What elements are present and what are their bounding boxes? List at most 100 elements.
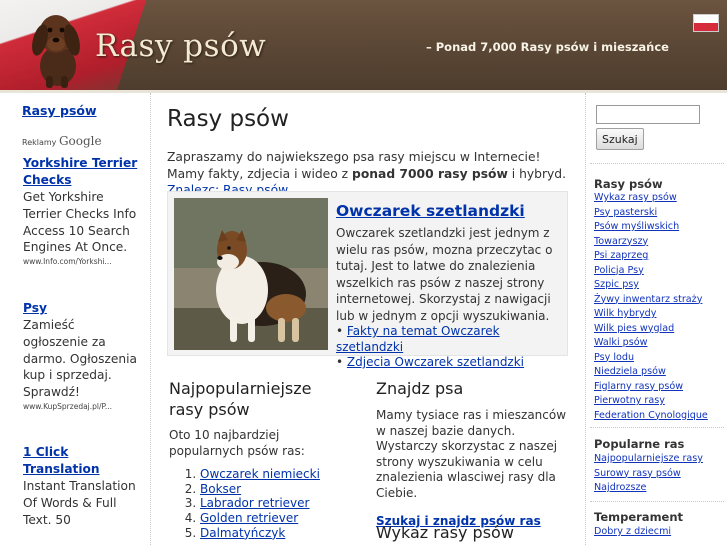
google-logo[interactable]: Google	[59, 134, 102, 148]
site-header: Rasy psów – Ponad 7,000 Rasy psów i mies…	[0, 0, 727, 93]
left-ad-column: Rasy psów Reklamy Google Yorkshire Terri…	[0, 93, 151, 545]
bullet: •	[336, 355, 344, 369]
intro-bold-text: ponad 7000 rasy psów	[352, 166, 508, 181]
ad-description: Instant Translation Of Words & Full Text…	[23, 479, 136, 527]
featured-breed-links: • Fakty na temat Owczarek szetlandzki • …	[336, 324, 562, 371]
sidebar-breeds-list: Wykaz rasy psów Psy pasterski Psów myśli…	[594, 191, 708, 423]
featured-link-row: • Fakty na temat Owczarek szetlandzki	[336, 324, 562, 355]
sidebar-item: Psi zaprzeg	[594, 249, 708, 264]
sidebar-link[interactable]: Towarzyszy	[594, 236, 648, 247]
sidebar-item: Figlarny rasy psów	[594, 380, 708, 395]
sidebar-heading-temperament: Temperament	[594, 510, 684, 524]
sidebar-item: Wilk pies wyglad	[594, 322, 708, 337]
site-title[interactable]: Rasy psów	[95, 28, 266, 64]
sidebar-link[interactable]: Niedziela psów	[594, 366, 666, 377]
dachshund-puppy-logo	[32, 15, 80, 88]
sidebar-link[interactable]: Psy lodu	[594, 352, 634, 363]
breed-link[interactable]: Dalmatyńczyk	[200, 526, 285, 540]
sidebar-link[interactable]: Psy pasterski	[594, 207, 657, 218]
breed-link[interactable]: Owczarek niemiecki	[200, 467, 320, 481]
sidebar-link[interactable]: Najdrozsze	[594, 482, 646, 493]
right-sidebar: Szukaj Rasy psów Wykaz rasy psów Psy pas…	[585, 93, 727, 545]
featured-breed-title-link[interactable]: Owczarek szetlandzki	[336, 202, 525, 220]
sheltie-photo[interactable]	[174, 198, 328, 350]
site-tagline: – Ponad 7,000 Rasy psów i mieszańce	[426, 40, 669, 54]
intro-text-mid: i hybryd.	[507, 166, 567, 181]
ad-title-link[interactable]: Yorkshire Terrier Checks	[23, 155, 141, 189]
find-dog-description: Mamy tysiace ras i mieszanców w naszej b…	[376, 408, 567, 500]
sidebar-item: Policja Psy	[594, 264, 708, 279]
sidebar-item: Dobry z dziecmi	[594, 525, 671, 540]
popular-breeds-heading: Najpopularniejsze rasy psów	[169, 379, 312, 419]
breed-link[interactable]: Labrador retriever	[200, 496, 309, 510]
popular-breeds-list: Owczarek niemiecki Bokser Labrador retri…	[169, 467, 349, 541]
main-content: Rasy psów Zapraszamy do najwiekszego psa…	[152, 93, 582, 545]
ad-title-link[interactable]: Psy	[23, 300, 141, 317]
bullet: •	[336, 324, 344, 338]
ad-block: Yorkshire Terrier Checks Get Yorkshire T…	[23, 155, 141, 266]
sidebar-link[interactable]: Surowy rasy psów	[594, 468, 681, 479]
polish-flag-icon[interactable]	[693, 14, 719, 32]
google-ads-label: Reklamy Google	[22, 134, 102, 148]
sidebar-link[interactable]: Psi zaprzeg	[594, 250, 648, 261]
page-title: Rasy psów	[167, 106, 289, 132]
sidebar-item: Niedziela psów	[594, 365, 708, 380]
ad-description: Zamieść ogłoszenie za darmo. Ogłoszenia …	[23, 318, 137, 400]
sidebar-popular-list: Najpopularniejsze rasy Surowy rasy psów …	[594, 452, 703, 496]
breed-list-heading: Wykaz rasy psów	[376, 523, 514, 542]
left-heading-link[interactable]: Rasy psów	[22, 103, 97, 118]
breed-photos-link[interactable]: Zdjecia Owczarek szetlandzki	[347, 355, 524, 369]
list-item: Dalmatyńczyk	[200, 526, 349, 541]
sidebar-link[interactable]: Wykaz rasy psów	[594, 192, 677, 203]
featured-breed-description: Owczarek szetlandzki jest jednym z wielu…	[336, 226, 553, 323]
list-item: Bokser	[200, 482, 349, 497]
ad-block: 1 Click Translation Instant Translation …	[23, 444, 141, 528]
sidebar-link[interactable]: Wilk hybrydy	[594, 308, 656, 319]
sidebar-item: Wilk hybrydy	[594, 307, 708, 322]
popular-breeds-section: Najpopularniejsze rasy psów Oto 10 najba…	[169, 378, 349, 541]
breed-link[interactable]: Bokser	[200, 482, 241, 496]
sidebar-item: Walki psów	[594, 336, 708, 351]
search-button[interactable]: Szukaj	[596, 128, 644, 150]
sidebar-link[interactable]: Policja Psy	[594, 265, 644, 276]
divider	[590, 501, 724, 502]
sidebar-item: Psy pasterski	[594, 206, 708, 221]
sidebar-link[interactable]: Najpopularniejsze rasy	[594, 453, 703, 464]
sidebar-link[interactable]: Wilk pies wyglad	[594, 323, 674, 334]
sidebar-link[interactable]: Federation Cynologique	[594, 410, 708, 421]
sidebar-item: Towarzyszy	[594, 235, 708, 250]
breed-link[interactable]: Golden retriever	[200, 511, 298, 525]
popular-breeds-description: Oto 10 najbardziej popularnych psów ras:	[169, 428, 305, 458]
sidebar-item: Żywy inwentarz straży	[594, 293, 708, 308]
sidebar-item: Surowy rasy psów	[594, 467, 703, 482]
sidebar-link[interactable]: Psów myśliwskich	[594, 221, 679, 232]
ad-title-link[interactable]: 1 Click Translation	[23, 444, 141, 478]
sidebar-item: Pierwotny rasy	[594, 394, 708, 409]
sidebar-item: Najpopularniejsze rasy	[594, 452, 703, 467]
sidebar-item: Federation Cynologique	[594, 409, 708, 424]
sidebar-item: Psy lodu	[594, 351, 708, 366]
ad-url[interactable]: www.KupSprzedaj.pl/P...	[23, 402, 141, 411]
sidebar-link[interactable]: Walki psów	[594, 337, 648, 348]
sidebar-link[interactable]: Żywy inwentarz straży	[594, 294, 702, 305]
ads-label-text: Reklamy	[22, 138, 57, 147]
breed-facts-link[interactable]: Fakty na temat Owczarek szetlandzki	[336, 324, 500, 354]
search-input[interactable]	[596, 105, 700, 124]
sidebar-link[interactable]: Szpic psy	[594, 279, 639, 290]
featured-breed-box: Owczarek szetlandzki Owczarek szetlandzk…	[167, 191, 568, 369]
list-item: Golden retriever	[200, 511, 349, 526]
sidebar-link[interactable]: Figlarny rasy psów	[594, 381, 683, 392]
sidebar-link[interactable]: Dobry z dziecmi	[594, 526, 671, 537]
sidebar-item: Psów myśliwskich	[594, 220, 708, 235]
list-item: Labrador retriever	[200, 496, 349, 511]
list-item: Owczarek niemiecki	[200, 467, 349, 482]
sidebar-item: Wykaz rasy psów	[594, 191, 708, 206]
ad-block: Psy Zamieść ogłoszenie za darmo. Ogłosze…	[23, 300, 141, 411]
sidebar-heading-breeds: Rasy psów	[594, 177, 663, 191]
ad-description: Get Yorkshire Terrier Checks Info Access…	[23, 190, 137, 255]
find-dog-section: Znajdz psa Mamy tysiace ras i mieszanców…	[376, 378, 576, 528]
sidebar-link[interactable]: Pierwotny rasy	[594, 395, 665, 406]
featured-link-row: • Zdjecia Owczarek szetlandzki	[336, 355, 562, 371]
sidebar-temperament-list: Dobry z dziecmi	[594, 525, 671, 540]
ad-url[interactable]: www.Info.com/Yorkshi...	[23, 257, 141, 266]
